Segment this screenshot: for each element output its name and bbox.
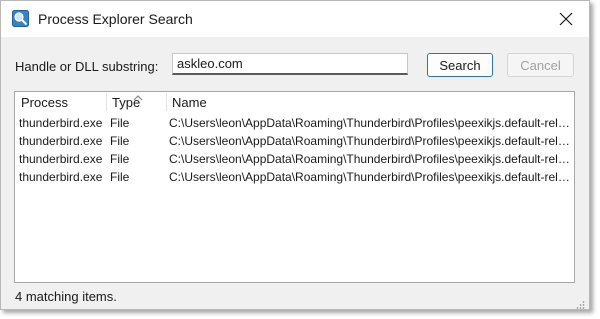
substring-label: Handle or DLL substring: xyxy=(15,59,159,74)
column-header-name[interactable]: Name xyxy=(172,95,207,110)
results-rows: thunderbird.exe File C:\Users\leon\AppDa… xyxy=(15,114,574,186)
process-explorer-icon xyxy=(12,10,29,27)
name-cell: C:\Users\leon\AppData\Roaming\Thunderbir… xyxy=(169,116,573,130)
table-row[interactable]: thunderbird.exe File C:\Users\leon\AppDa… xyxy=(15,168,574,186)
close-icon xyxy=(559,12,573,26)
sort-ascending-icon xyxy=(133,92,143,106)
search-button[interactable]: Search xyxy=(427,53,493,77)
resize-grip-icon[interactable] xyxy=(575,297,585,309)
list-header: Process Type Name xyxy=(15,92,574,112)
name-cell: C:\Users\leon\AppData\Roaming\Thunderbir… xyxy=(169,170,573,184)
table-row[interactable]: thunderbird.exe File C:\Users\leon\AppDa… xyxy=(15,132,574,150)
name-cell: C:\Users\leon\AppData\Roaming\Thunderbir… xyxy=(169,152,573,166)
table-row[interactable]: thunderbird.exe File C:\Users\leon\AppDa… xyxy=(15,150,574,168)
process-cell: thunderbird.exe xyxy=(19,152,103,166)
type-cell: File xyxy=(110,116,130,130)
window-title: Process Explorer Search xyxy=(38,11,193,27)
column-divider[interactable] xyxy=(106,93,107,111)
column-divider[interactable] xyxy=(166,93,167,111)
title-bar[interactable]: Process Explorer Search xyxy=(1,1,589,37)
process-cell: thunderbird.exe xyxy=(19,170,103,184)
column-header-process[interactable]: Process xyxy=(21,95,68,110)
results-list[interactable]: Process Type Name thunderbird.exe File C… xyxy=(14,91,575,283)
status-text: 4 matching items. xyxy=(15,289,117,304)
cancel-button[interactable]: Cancel xyxy=(507,53,574,77)
process-cell: thunderbird.exe xyxy=(19,116,103,130)
search-dialog: Process Explorer Search Handle or DLL su… xyxy=(0,0,590,310)
type-cell: File xyxy=(110,134,130,148)
name-cell: C:\Users\leon\AppData\Roaming\Thunderbir… xyxy=(169,134,573,148)
type-cell: File xyxy=(110,152,130,166)
type-cell: File xyxy=(110,170,130,184)
close-button[interactable] xyxy=(551,5,581,33)
table-row[interactable]: thunderbird.exe File C:\Users\leon\AppDa… xyxy=(15,114,574,132)
substring-input[interactable] xyxy=(172,53,408,75)
process-cell: thunderbird.exe xyxy=(19,134,103,148)
status-bar: 4 matching items. xyxy=(1,283,589,309)
